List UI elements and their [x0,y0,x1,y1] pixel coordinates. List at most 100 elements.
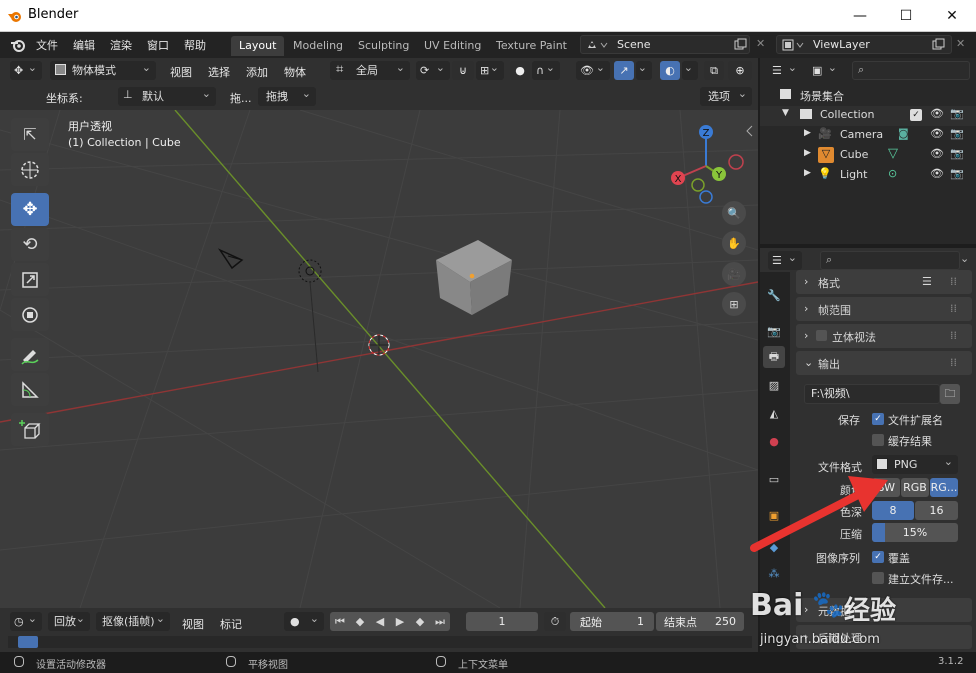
tool-add-cube[interactable] [11,413,49,446]
timeline-marker-menu[interactable]: 标记 [220,616,242,632]
overlay-dropdown[interactable] [682,58,698,80]
cache-result-checkbox[interactable] [872,434,884,446]
tab-world[interactable]: ● [763,430,785,452]
editor-type-dropdown[interactable]: ✥ [10,58,42,80]
outliner-editor-dropdown[interactable]: ☰ [768,58,802,80]
section-stereoscopy[interactable]: › 立体视法 ⁞⁞ [796,324,972,348]
section-output[interactable]: ⌄ 输出 ⁞⁞ [796,351,972,375]
3d-viewport[interactable]: 用户透视 (1) Collection | Cube ⇱ ✥ ⟲ Z X Y 🔍… [0,110,758,608]
tab-scene[interactable]: ◭ [763,402,785,424]
gizmo-toggle[interactable]: ↗ [614,61,634,80]
cube-object[interactable] [436,240,512,315]
timeline-view-menu[interactable]: 视图 [182,616,204,632]
color-rgba-button[interactable]: RG... [930,478,958,497]
file-extension-checkbox[interactable]: ✓ [872,413,884,425]
proportional-toggle[interactable]: ● [510,61,530,80]
tab-layout[interactable]: Layout [231,36,285,56]
placeholders-checkbox[interactable] [872,572,884,584]
navigation-gizmo[interactable]: Z X Y [664,122,750,206]
timeline-scrubber[interactable] [8,636,752,648]
tab-render[interactable]: 📷 [763,320,785,342]
play-reverse-icon[interactable]: ◀ [370,612,390,631]
menu-object[interactable]: 物体 [284,64,306,80]
tool-transform[interactable] [11,298,49,331]
depth-16-button[interactable]: 16 [915,501,958,520]
menu-render[interactable]: 渲染 [110,37,132,53]
options-dropdown[interactable]: 选项 [700,84,752,106]
outliner-item-light[interactable]: ▶ 💡 Light ⊙ 👁 📷 [760,166,976,186]
render-camera-icon[interactable]: 📷 [950,167,964,180]
preview-range-toggle[interactable]: ⏱ [544,612,566,631]
timeline-editor-dropdown[interactable]: ◷ [10,609,42,631]
xray-toggle[interactable]: ⧉ [704,61,724,80]
shading-wireframe[interactable]: ⊕ [728,61,752,80]
tab-uv-editing[interactable]: UV Editing [416,36,489,56]
tool-rotate[interactable]: ⟲ [11,228,49,261]
pan-button[interactable]: ✋ [722,231,746,255]
menu-edit[interactable]: 编辑 [73,37,95,53]
section-frame-range[interactable]: › 帧范围 ⁞⁞ [796,297,972,321]
expand-icon[interactable]: ▶ [804,168,811,178]
render-camera-icon[interactable]: 📷 [950,147,964,160]
expand-icon[interactable]: ▶ [804,148,811,158]
copy-scene-icon[interactable] [734,38,747,51]
gizmo-dropdown[interactable] [636,58,652,80]
collection-include-checkbox[interactable]: ✓ [910,109,922,121]
tab-tool[interactable]: 🔧 [763,284,785,306]
prev-key-icon[interactable]: ◆ [350,612,370,631]
snap-dropdown[interactable]: ⊞ [476,58,504,80]
visibility-eye-icon[interactable]: 👁 [930,147,944,160]
jump-start-icon[interactable]: ⏮ [330,612,350,631]
overlay-toggle[interactable]: ◐ [660,61,680,80]
outliner-search-input[interactable] [852,61,970,80]
snap-toggle[interactable]: ⊍ [452,61,474,80]
visibility-eye-icon[interactable]: 👁 [930,167,944,180]
coordinate-system-dropdown[interactable]: 默认 [118,84,216,106]
browse-folder-button[interactable]: 🗀 [940,384,960,404]
menu-help[interactable]: 帮助 [184,37,206,53]
tool-cursor[interactable] [11,153,49,186]
tool-move[interactable]: ✥ [11,193,49,226]
render-camera-icon[interactable]: 📷 [950,127,964,140]
tool-annotate[interactable] [11,338,49,371]
minimize-button[interactable]: — [838,0,882,31]
camera-object[interactable] [217,248,244,270]
falloff-dropdown[interactable]: ∩ [532,58,560,80]
playback-dropdown[interactable]: 回放 [48,609,90,631]
tool-scale[interactable] [11,263,49,296]
collection-row[interactable]: ▼ Collection ✓ 👁 📷 [760,106,976,126]
tab-texture-paint[interactable]: Texture Paint [488,36,575,56]
light-object[interactable] [298,259,322,373]
menu-window[interactable]: 窗口 [147,37,169,53]
drag-dropdown[interactable]: 拖拽 [258,84,316,106]
display-mode-dropdown[interactable]: ▣ [808,58,842,80]
tab-output[interactable]: 🖶 [763,346,785,368]
stereoscopy-checkbox[interactable] [816,330,827,341]
outliner-item-camera[interactable]: ▶ 🎥 Camera ◙ 👁 📷 [760,126,976,146]
menu-add[interactable]: 添加 [246,64,268,80]
jump-end-icon[interactable]: ⏭ [430,612,450,631]
end-frame-field[interactable]: 结束点 250 [656,612,744,631]
blender-menu-icon[interactable] [10,37,26,53]
next-key-icon[interactable]: ◆ [410,612,430,631]
playhead[interactable] [18,636,38,648]
menu-select[interactable]: 选择 [208,64,230,80]
expand-icon[interactable]: ▼ [782,108,789,118]
camera-view-button[interactable]: 🎥 [722,262,746,286]
tool-select[interactable]: ⇱ [11,118,49,151]
visibility-eye-icon[interactable]: 👁 [930,127,944,140]
play-icon[interactable]: ▶ [390,612,410,631]
ortho-toggle-button[interactable]: ⊞ [722,292,746,316]
keying-dropdown[interactable]: 抠像(插帧) [96,609,170,631]
tab-view-layer[interactable]: ▨ [763,374,785,396]
render-camera-icon[interactable]: 📷 [950,107,964,120]
delete-view-layer-icon[interactable]: ✕ [956,37,965,50]
output-path-input[interactable]: F:\视频\ [804,384,940,404]
pivot-dropdown[interactable]: ⟳ [416,58,450,80]
current-frame-field[interactable]: 1 [466,612,538,631]
close-button[interactable]: ✕ [930,0,974,31]
tab-particles[interactable]: ⁂ [763,562,785,584]
section-format[interactable]: › 格式 ☰ ⁞⁞ [796,270,972,294]
tool-measure[interactable] [11,373,49,406]
auto-key-dropdown[interactable]: ● [284,609,324,631]
